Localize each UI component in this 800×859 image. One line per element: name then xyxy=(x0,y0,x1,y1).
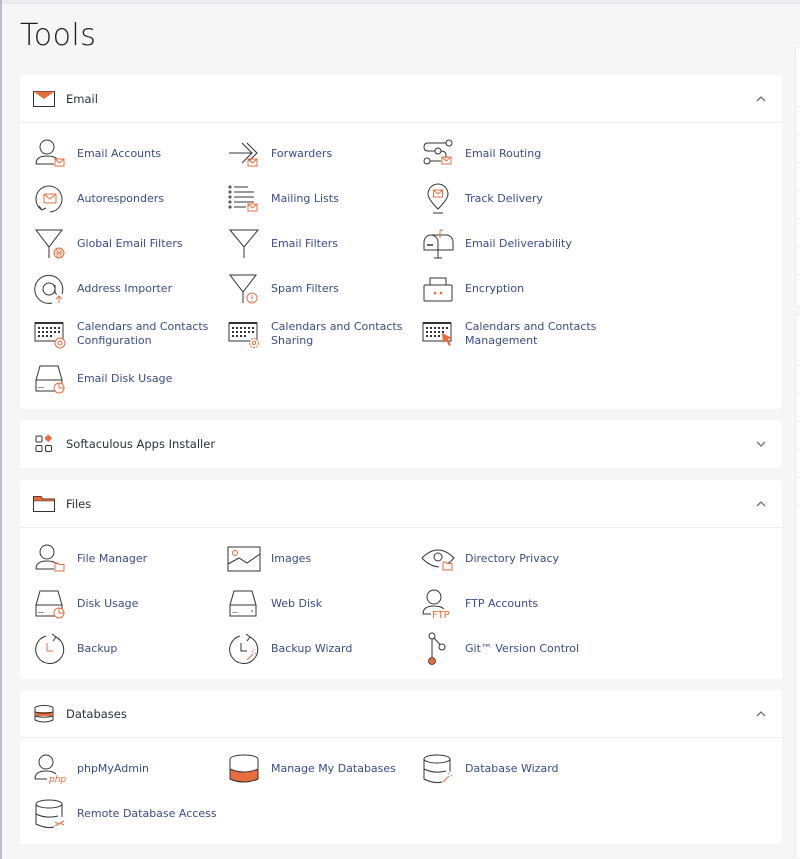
tool-manage-my-databases[interactable]: Manage My Databases xyxy=(226,746,420,791)
tool-images[interactable]: Images xyxy=(226,536,420,581)
eye-folder-icon xyxy=(420,541,456,577)
database-icon xyxy=(32,702,56,726)
section-email-header[interactable]: Email xyxy=(20,75,782,123)
lock-box-icon xyxy=(420,271,456,307)
tool-email-routing[interactable]: Email Routing xyxy=(420,131,614,176)
tool-email-accounts[interactable]: Email Accounts xyxy=(32,131,226,176)
user-folder-icon xyxy=(32,541,68,577)
calendar-cursor-icon xyxy=(420,316,456,352)
tool-encryption[interactable]: Encryption xyxy=(420,266,614,311)
tool-forwarders[interactable]: Forwarders xyxy=(226,131,420,176)
tool-web-disk[interactable]: Web Disk xyxy=(226,581,420,626)
tool-directory-privacy[interactable]: Directory Privacy xyxy=(420,536,614,581)
section-databases-header[interactable]: Databases xyxy=(20,690,782,738)
autoresponder-icon xyxy=(32,181,68,217)
section-softaculous-header[interactable]: Softaculous Apps Installer xyxy=(20,420,782,468)
side-panel-edge xyxy=(795,47,800,307)
section-title: Files xyxy=(66,496,92,511)
svg-text:FTP: FTP xyxy=(432,610,450,621)
at-sign-icon xyxy=(32,271,68,307)
tool-backup[interactable]: Backup xyxy=(32,626,226,671)
section-title: Databases xyxy=(66,706,127,721)
git-branch-icon xyxy=(420,631,456,667)
clock-wand-icon xyxy=(226,631,262,667)
tool-address-importer[interactable]: Address Importer xyxy=(32,266,226,311)
mailbox-icon xyxy=(420,226,456,262)
list-mail-icon xyxy=(226,181,262,217)
tool-email-disk-usage[interactable]: Email Disk Usage xyxy=(32,356,226,401)
section-databases: Databases php phpMyAdmin Manage My Datab… xyxy=(20,690,782,844)
tool-autoresponders[interactable]: Autoresponders xyxy=(32,176,226,221)
map-pin-mail-icon xyxy=(420,181,456,217)
chevron-up-icon[interactable] xyxy=(754,92,768,106)
envelope-icon xyxy=(32,87,56,111)
section-email: Email Email Accounts Forwarders Email Ro… xyxy=(20,75,782,409)
funnel-globe-icon xyxy=(32,226,68,262)
section-files: Files File Manager Images Directory Priv… xyxy=(20,480,782,679)
section-title: Email xyxy=(66,91,98,106)
user-ftp-icon: FTP xyxy=(420,586,456,622)
tool-calendars-contacts-configuration[interactable]: Calendars and Contacts Configuration xyxy=(32,311,226,356)
tool-email-deliverability[interactable]: Email Deliverability xyxy=(420,221,614,266)
clock-restore-icon xyxy=(32,631,68,667)
section-databases-items: php phpMyAdmin Manage My Databases Datab… xyxy=(20,738,782,844)
tool-mailing-lists[interactable]: Mailing Lists xyxy=(226,176,420,221)
svg-text:php: php xyxy=(48,775,66,785)
database-wand-icon xyxy=(420,751,456,787)
chevron-down-icon[interactable] xyxy=(754,437,768,451)
section-email-items: Email Accounts Forwarders Email Routing … xyxy=(20,123,782,409)
tool-remote-database-access[interactable]: Remote Database Access xyxy=(32,791,226,836)
tool-disk-usage[interactable]: Disk Usage xyxy=(32,581,226,626)
tool-file-manager[interactable]: File Manager xyxy=(32,536,226,581)
forward-arrow-icon xyxy=(226,136,262,172)
tool-global-email-filters[interactable]: Global Email Filters xyxy=(32,221,226,266)
folder-icon xyxy=(32,492,56,516)
tool-email-filters[interactable]: Email Filters xyxy=(226,221,420,266)
tool-calendars-contacts-management[interactable]: Calendars and Contacts Management xyxy=(420,311,614,356)
section-softaculous: Softaculous Apps Installer xyxy=(20,420,782,468)
database-filled-icon xyxy=(226,751,262,787)
apps-grid-icon xyxy=(32,432,56,456)
user-mail-icon xyxy=(32,136,68,172)
image-icon xyxy=(226,541,262,577)
top-bar xyxy=(2,0,800,4)
page-title: Tools xyxy=(20,18,97,53)
tool-backup-wizard[interactable]: Backup Wizard xyxy=(226,626,420,671)
chevron-up-icon[interactable] xyxy=(754,707,768,721)
tool-git-version-control[interactable]: Git™ Version Control xyxy=(420,626,614,671)
tool-database-wizard[interactable]: Database Wizard xyxy=(420,746,614,791)
section-files-header[interactable]: Files xyxy=(20,480,782,528)
tool-calendars-contacts-sharing[interactable]: Calendars and Contacts Sharing xyxy=(226,311,420,356)
tool-ftp-accounts[interactable]: FTP FTP Accounts xyxy=(420,581,614,626)
routing-icon xyxy=(420,136,456,172)
disk-pie-icon xyxy=(32,586,68,622)
tool-spam-filters[interactable]: Spam Filters xyxy=(226,266,420,311)
funnel-icon xyxy=(226,226,262,262)
funnel-warning-icon xyxy=(226,271,262,307)
chevron-up-icon[interactable] xyxy=(754,497,768,511)
calendar-gear-icon xyxy=(226,316,262,352)
tool-phpmyadmin[interactable]: php phpMyAdmin xyxy=(32,746,226,791)
user-php-icon: php xyxy=(32,751,68,787)
section-title: Softaculous Apps Installer xyxy=(66,437,216,451)
section-files-items: File Manager Images Directory Privacy Di… xyxy=(20,528,782,679)
tool-track-delivery[interactable]: Track Delivery xyxy=(420,176,614,221)
database-remote-icon xyxy=(32,796,68,832)
disk-pie-icon xyxy=(32,361,68,397)
calendar-at-icon xyxy=(32,316,68,352)
side-panel-edge-2 xyxy=(795,314,800,859)
disk-icon xyxy=(226,586,262,622)
